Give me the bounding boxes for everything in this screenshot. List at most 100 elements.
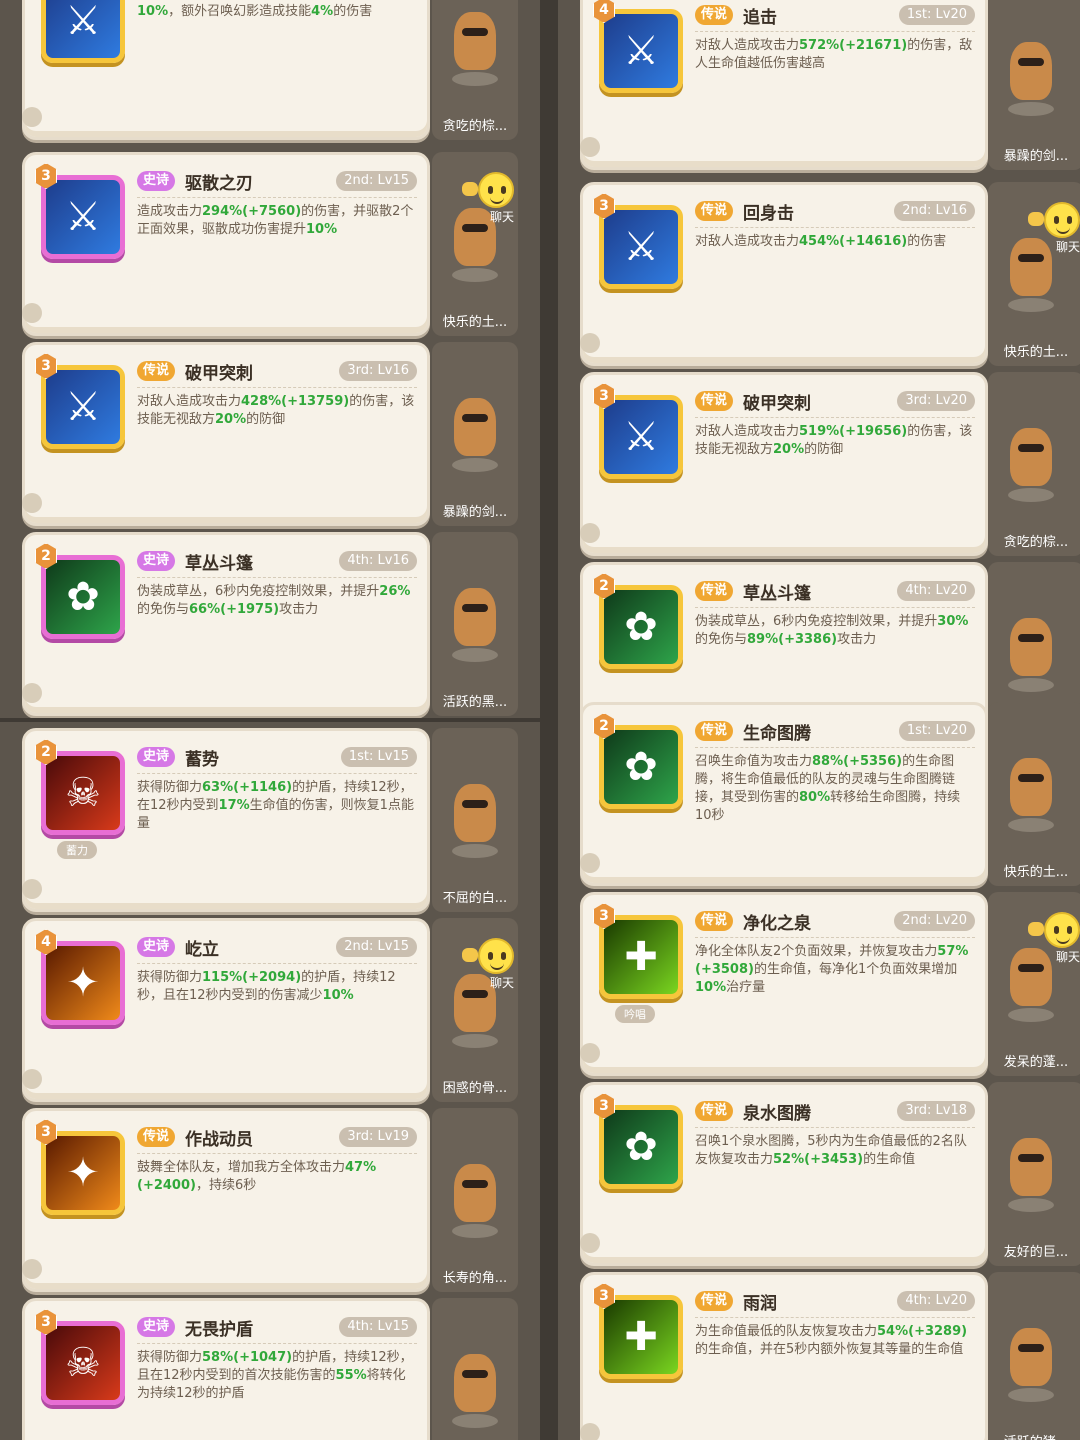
skill-icon[interactable]: ⚔ (599, 205, 683, 289)
skill-icon[interactable]: ✿ (599, 1105, 683, 1189)
skill-icon[interactable]: ✚ (599, 1295, 683, 1379)
card-notch (22, 1069, 42, 1089)
hero-eyes (1018, 1344, 1044, 1352)
skill-level-badge: 4th: Lv20 (897, 1291, 975, 1311)
hero-body (454, 1354, 496, 1412)
rarity-badge: 传说 (695, 911, 734, 931)
hero-name: 发呆的蓬... (1003, 1055, 1069, 1070)
skill-row: ✦ 3 传说 作战动员 3rd: Lv19 鼓舞全体队友，增加我方全体攻击力47%(+24… (0, 1108, 540, 1298)
skill-icon[interactable]: ☠ (41, 1321, 125, 1405)
rarity-badge: 传说 (695, 721, 734, 741)
skill-icon[interactable]: ✦ (41, 941, 125, 1025)
skill-icon[interactable]: ⚔ (599, 395, 683, 479)
skill-icon[interactable]: ✦ (41, 1131, 125, 1215)
skill-card[interactable]: ✿ 2 史诗 草丛斗篷 4th: Lv16 伪装成草丛，6秒内免疫控制效果，并提升26%的… (22, 532, 430, 716)
hero-pedestal (452, 1414, 498, 1428)
right-skill-column[interactable]: ⚔ 4 传说 追击 1st: Lv20 对敌人造成攻击力572%(+21671)的伤害，敌… (540, 0, 1080, 1440)
skill-icon[interactable]: ⚔ (41, 365, 125, 449)
hero-panel[interactable]: 贪吃的棕... (432, 0, 518, 140)
hero-panel[interactable]: 暴躁的剑... (988, 0, 1080, 170)
skill-icon[interactable]: ⚔ (599, 9, 683, 93)
skill-card[interactable]: ⚔ 4 传说 追击 1st: Lv20 对敌人造成攻击力572%(+21671)的伤害，敌… (580, 0, 988, 170)
hero-panel[interactable]: 快乐的土... (988, 702, 1080, 886)
hero-eyes (462, 28, 488, 36)
hero-panel[interactable]: 活跃的猪... (988, 1272, 1080, 1440)
hero-name: 快乐的土... (1003, 345, 1069, 360)
hero-body (454, 1164, 496, 1222)
skill-card[interactable]: ✿ 3 传说 泉水图腾 3rd: Lv18 召唤1个泉水图腾，5秒内为生命值最低的2名队友… (580, 1082, 988, 1266)
hero-eyes (462, 604, 488, 612)
skill-level-badge: 4th: Lv20 (897, 581, 975, 601)
skill-card[interactable]: ⚔ 3 史诗 驱散之刃 2nd: Lv15 造成攻击力294%(+7560)的伤害，并驱散… (22, 152, 430, 336)
hero-panel[interactable] (432, 1298, 518, 1440)
hero-panel[interactable]: 长寿的角... (432, 1108, 518, 1292)
rarity-badge: 传说 (695, 201, 734, 221)
skill-icon[interactable]: ✿ (599, 725, 683, 809)
skill-level-badge: 4th: Lv15 (339, 1317, 417, 1337)
skill-title: 净化之泉 (743, 914, 811, 934)
chat-bubble-icon (462, 948, 478, 962)
hero-panel[interactable]: 活跃的黑... (432, 532, 518, 716)
skill-card[interactable]: ⚔ 3 传说 破甲突刺 3rd: Lv20 对敌人造成攻击力519%(+19656)的伤害… (580, 372, 988, 556)
skill-card[interactable]: ☠ 2 蓄力 史诗 蓄势 1st: Lv15 获得防御力63%(+1146)的护盾，持续12… (22, 728, 430, 912)
skill-card[interactable]: ⚔4对敌人造成攻击力472%(+21671)的伤害，敌人生命值越低伤害越高，若敌… (22, 0, 430, 140)
hero-panel[interactable]: 快乐的土... 聊天 (432, 152, 518, 336)
chat-button[interactable]: 聊天 (462, 938, 514, 990)
skill-title: 雨润 (743, 1294, 777, 1314)
skill-icon[interactable]: ☠ (41, 751, 125, 835)
smiley-face-icon (478, 938, 514, 974)
skill-card[interactable]: ✚ 3 传说 雨润 4th: Lv20 为生命值最低的队友恢复攻击力54%(+3289)的… (580, 1272, 988, 1440)
skill-description: 获得防御力63%(+1146)的护盾，持续12秒，在12秒内受到17%生命值的伤… (137, 780, 414, 831)
card-notch (580, 1043, 600, 1063)
skill-icon[interactable]: ⚔ (41, 175, 125, 259)
hero-pedestal (1008, 818, 1054, 832)
hero-body (1010, 42, 1052, 100)
hero-panel[interactable]: 发呆的蓬... 聊天 (988, 892, 1080, 1076)
hero-panel[interactable]: 不屈的白... (432, 728, 518, 912)
skill-card[interactable]: ☠ 3 史诗 无畏护盾 4th: Lv15 获得防御力58%(+1047)的护盾，持续12… (22, 1298, 430, 1440)
skill-description: 净化全体队友2个负面效果，并恢复攻击力57%(+3508)的生命值，每净化1个负… (695, 944, 969, 995)
skill-icon[interactable]: ✿ (599, 585, 683, 669)
skill-card[interactable]: ⚔ 3 传说 破甲突刺 3rd: Lv16 对敌人造成攻击力428%(+13759)的伤害… (22, 342, 430, 526)
hero-pedestal (452, 648, 498, 662)
hero-eyes (462, 414, 488, 422)
hero-pedestal (1008, 1198, 1054, 1212)
hero-panel[interactable]: 暴躁的剑... (432, 342, 518, 526)
hero-pedestal (452, 1224, 498, 1238)
chat-label: 聊天 (1055, 950, 1080, 964)
dashed-separator (137, 197, 417, 198)
hero-panel[interactable]: 贪吃的棕... (988, 372, 1080, 556)
chat-label: 聊天 (489, 976, 514, 990)
hero-body (454, 588, 496, 646)
hero-panel[interactable]: 困惑的骨... 聊天 (432, 918, 518, 1102)
hero-name: 长寿的角... (442, 1271, 508, 1286)
skill-description: 对敌人造成攻击力428%(+13759)的伤害，该技能无视敌方20%的防御 (137, 394, 415, 427)
hero-panel[interactable]: 友好的巨... (988, 1082, 1080, 1266)
chat-bubble-icon (1028, 922, 1044, 936)
card-notch (580, 853, 600, 873)
skill-icon[interactable]: ✚ (599, 915, 683, 999)
skill-card[interactable]: ✿ 2 传说 生命图腾 1st: Lv20 召唤生命值为攻击力88%(+5356)的生命图… (580, 702, 988, 886)
skill-icon[interactable]: ⚔ (41, 0, 125, 63)
rarity-badge: 史诗 (137, 747, 176, 767)
skill-card[interactable]: ✚ 3 吟唱 传说 净化之泉 2nd: Lv20 净化全体队友2个负面效果，并恢复攻击力57… (580, 892, 988, 1076)
skill-title: 蓄势 (185, 750, 219, 770)
skill-title: 作战动员 (185, 1130, 253, 1150)
chat-button[interactable]: 聊天 (462, 172, 514, 224)
chat-button[interactable]: 聊天 (1028, 202, 1080, 254)
dashed-separator (695, 417, 975, 418)
hero-panel[interactable]: 快乐的土... 聊天 (988, 182, 1080, 366)
card-notch (22, 493, 42, 513)
skill-level-badge: 3rd: Lv18 (897, 1101, 975, 1121)
skill-card[interactable]: ✦ 4 史诗 屹立 2nd: Lv15 获得防御力115%(+2094)的护盾，持续12秒… (22, 918, 430, 1102)
hero-name: 贪吃的棕... (1003, 535, 1069, 550)
chat-button[interactable]: 聊天 (1028, 912, 1080, 964)
skill-title: 追击 (743, 8, 777, 28)
skill-row: ⚔ 3 传说 破甲突刺 3rd: Lv20 对敌人造成攻击力519%(+19656)的伤害… (558, 372, 1080, 562)
skill-description: 伪装成草丛，6秒内免疫控制效果，并提升30%的免伤与89%(+3386)攻击力 (695, 614, 969, 647)
skill-icon[interactable]: ✿ (41, 555, 125, 639)
hero-eyes (462, 800, 488, 808)
skill-card[interactable]: ⚔ 3 传说 回身击 2nd: Lv16 对敌人造成攻击力454%(+14616)的伤害 (580, 182, 988, 366)
hero-body (1010, 428, 1052, 486)
skill-card[interactable]: ✦ 3 传说 作战动员 3rd: Lv19 鼓舞全体队友，增加我方全体攻击力47%(+24… (22, 1108, 430, 1292)
